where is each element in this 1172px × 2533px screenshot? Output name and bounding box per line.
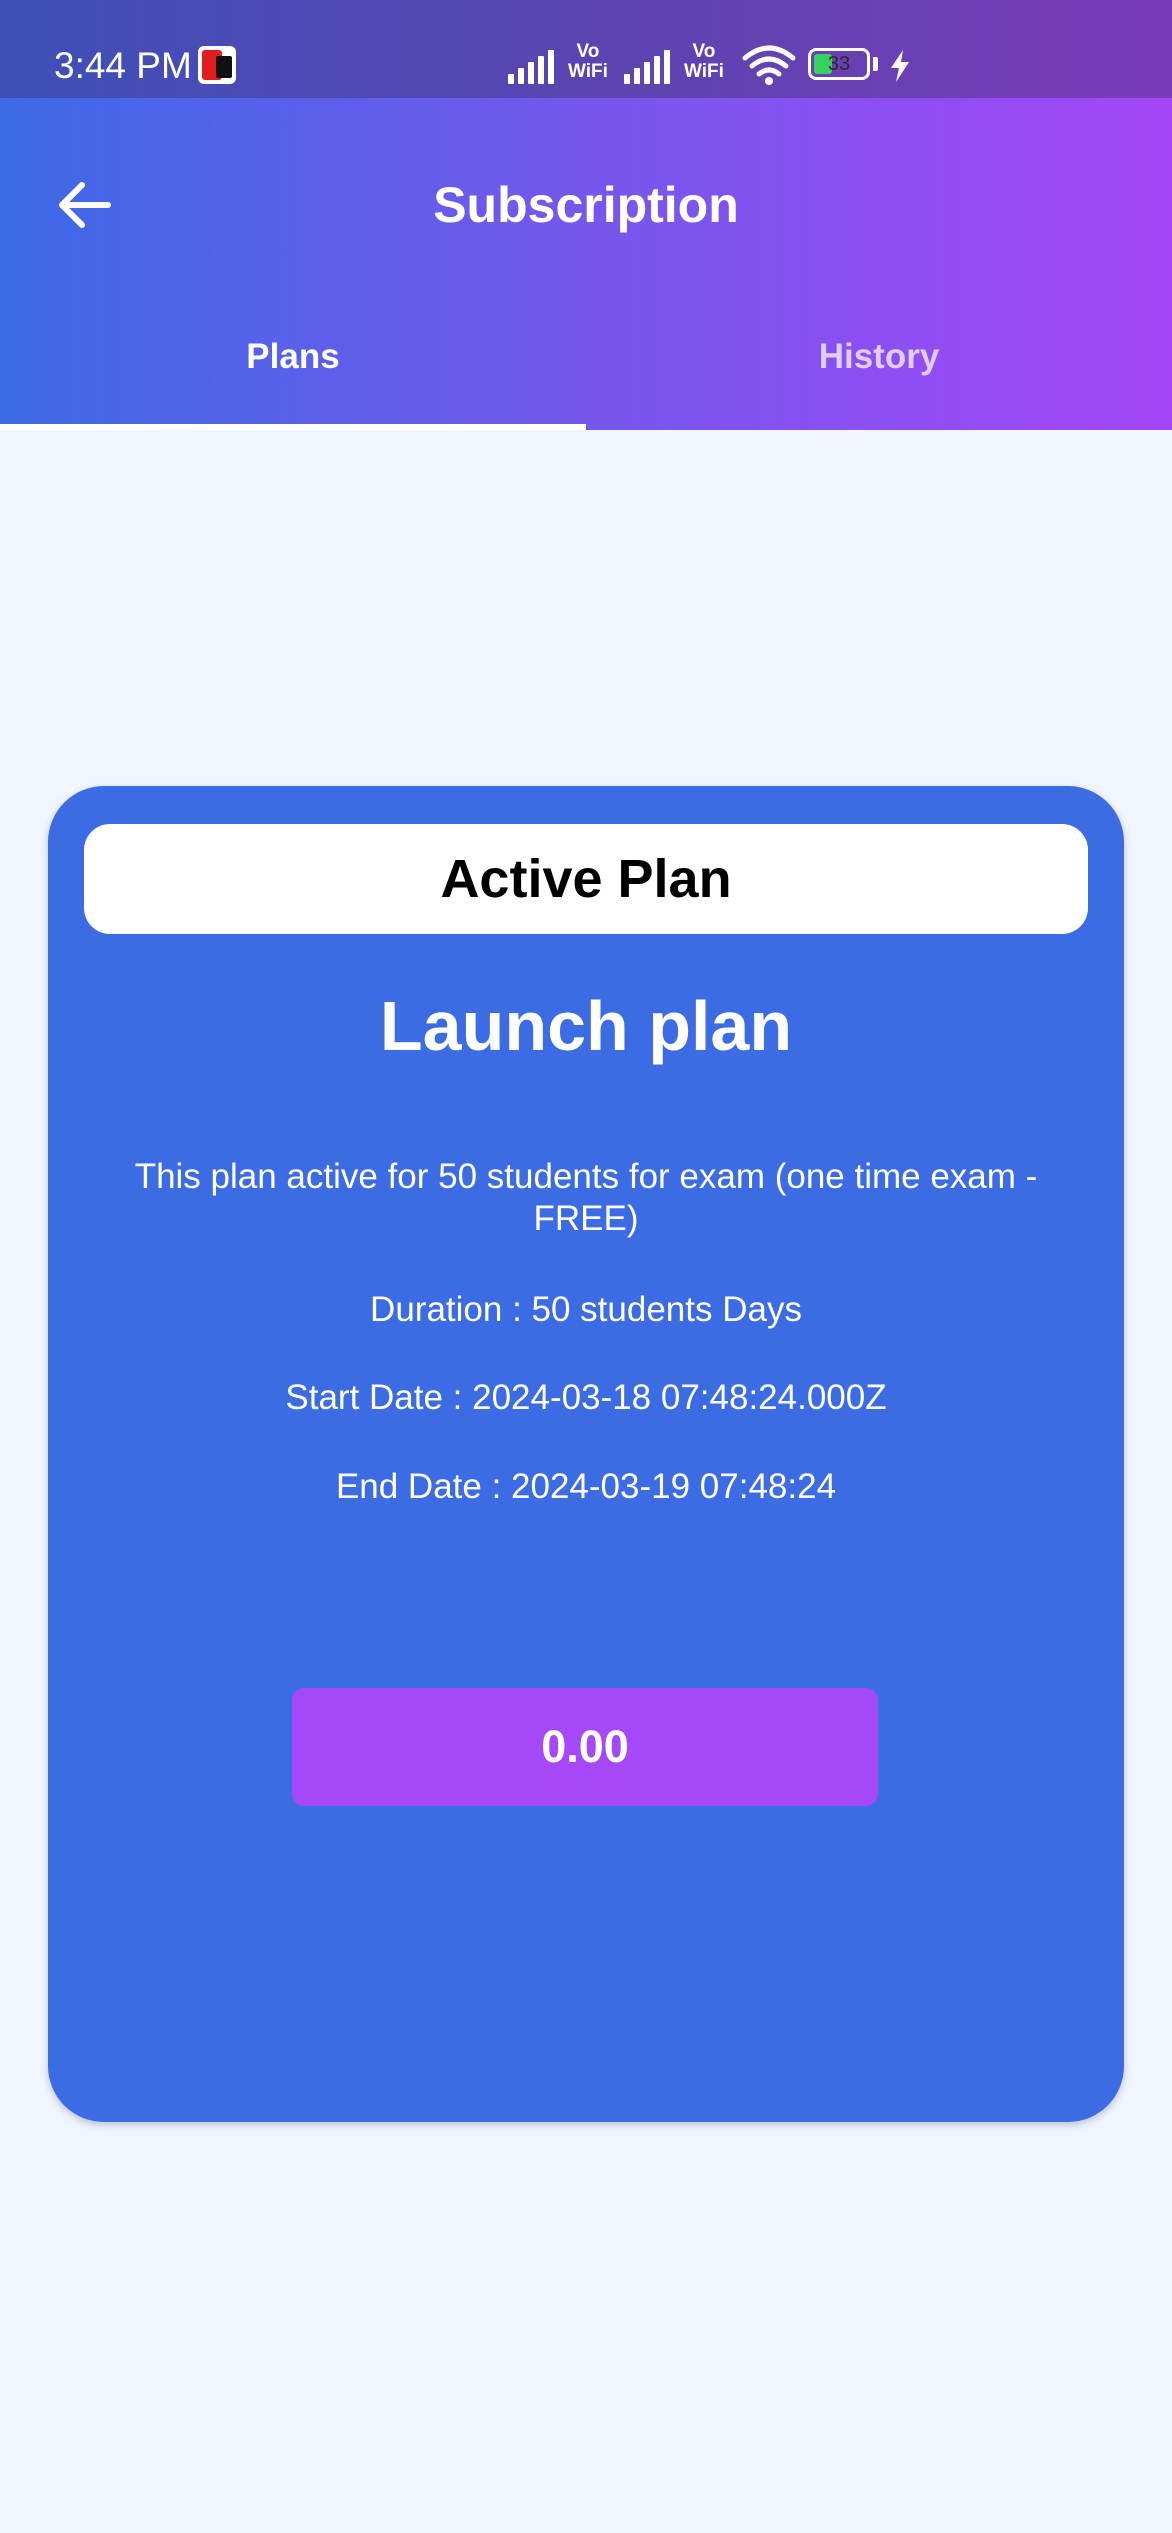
status-time: 3:44 PM: [54, 45, 192, 86]
plan-description: This plan active for 50 students for exa…: [134, 1157, 1038, 1238]
battery-tip: [873, 57, 878, 71]
active-plan-card: Active Plan Launch plan This plan active…: [48, 786, 1124, 2122]
battery-icon: 33: [808, 48, 870, 80]
status-bar: 3:44 PM Vo WiFi Vo WiFi 33: [0, 0, 1172, 98]
vowifi-indicator: Vo WiFi: [568, 41, 608, 82]
app-notification-icon: [198, 46, 236, 84]
signal-icon: [624, 48, 670, 84]
wifi-icon: [742, 45, 796, 85]
plan-name: Launch plan: [379, 987, 793, 1065]
tab-selected-indicator: [0, 424, 586, 430]
page-title: Subscription: [433, 177, 739, 233]
plan-end-date: End Date : 2024-03-19 07:48:24: [335, 1467, 837, 1506]
tab-plans[interactable]: Plans: [0, 310, 586, 430]
plan-duration: Duration : 50 students Days: [370, 1290, 802, 1329]
tab-history[interactable]: History: [586, 310, 1172, 430]
battery-level: 33: [827, 53, 851, 75]
vowifi-indicator: Vo WiFi: [684, 41, 724, 82]
plan-start-date: Start Date : 2024-03-18 07:48:24.000Z: [285, 1378, 887, 1417]
price-button[interactable]: 0.00: [292, 1688, 878, 1806]
active-plan-badge: Active Plan: [84, 824, 1088, 934]
charging-bolt-icon: [891, 50, 909, 82]
signal-icon: [508, 48, 554, 84]
